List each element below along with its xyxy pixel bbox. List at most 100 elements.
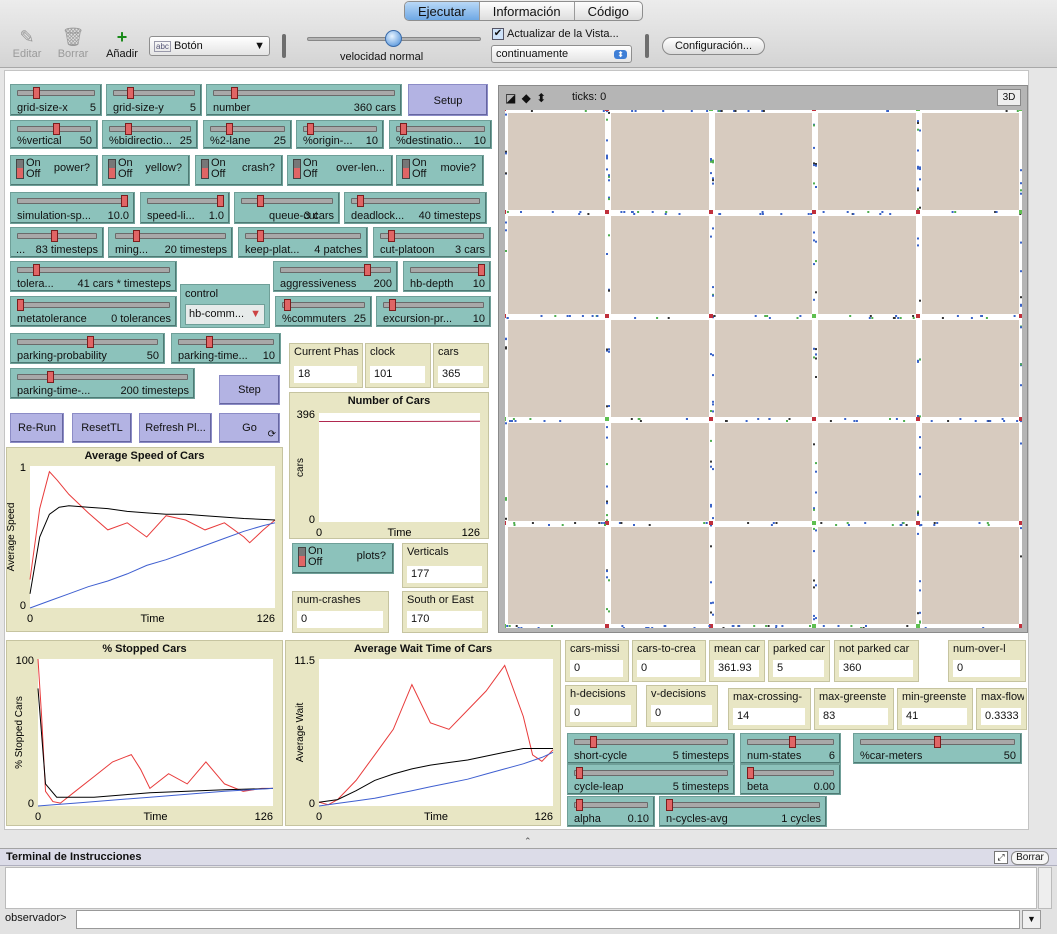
add-button[interactable]: + Añadir [100,26,144,60]
delete-button[interactable]: 🗑 Borrar [51,26,95,60]
checkmark-icon: ✔ [492,28,504,40]
terminal-scrollbar[interactable] [1038,867,1052,909]
car [919,129,921,132]
slider-number[interactable]: number 360 cars [206,84,402,116]
slider-keep-platoon[interactable]: keep-plat... 4 patches [238,227,368,258]
slider-grid-size-y[interactable]: grid-size-y 5 [106,84,202,116]
car [710,235,712,238]
tab-informacion[interactable]: Información [480,2,575,20]
slider-speed-limit[interactable]: speed-li... 1.0 [140,192,230,224]
ticks-counter: ticks: 0 [572,91,607,103]
car [505,113,507,116]
slider-simulation-speed[interactable]: simulation-sp... 10.0 [10,192,135,224]
switch-icon [402,159,410,179]
command-input[interactable] [76,910,1020,929]
tab-ejecutar[interactable]: Ejecutar [405,2,480,20]
speed-slider-knob[interactable] [385,30,402,47]
car [889,213,892,215]
update-view-label: Actualizar de la Vista... [507,28,619,40]
toggle-crash[interactable]: On Off crash? [195,155,283,186]
settings-button[interactable]: Configuración... [662,37,765,55]
car [596,315,599,317]
update-view-checkbox[interactable]: ✔ Actualizar de la Vista... [492,28,619,40]
expand-icon[interactable]: ⤢ [994,851,1008,864]
view-navigation-icons[interactable]: ◪ ◆ ⬍ [505,91,547,105]
slider-aggressiveness[interactable]: aggressiveness 200 [273,261,398,292]
slider-vertical[interactable]: %vertical 50 [10,120,98,149]
car [606,436,608,439]
car [1016,420,1019,422]
slider-alpha[interactable]: alpha 0.10 [567,796,655,827]
rerun-button[interactable]: Re-Run [10,413,64,443]
car [551,625,553,627]
toggle-power[interactable]: On Off power? [10,155,98,186]
car [815,491,817,494]
toggle-yellow[interactable]: On Off yellow? [102,155,190,186]
slider-deadlock[interactable]: deadlock... 40 timesteps [344,192,487,224]
car [712,177,714,180]
slider-parking-probability[interactable]: parking-probability 50 [10,333,165,364]
slider-value: 360 cars [353,102,396,114]
car [606,570,608,573]
go-button[interactable]: Go ⟳ [219,413,280,443]
car [505,347,507,350]
slider-parking-time[interactable]: parking-time... 10 [171,333,281,364]
slider-beta[interactable]: beta 0.00 [740,764,841,795]
tab-codigo[interactable]: Código [575,2,642,20]
slider-n-cycles-avg[interactable]: n-cycles-avg 1 cycles [659,796,827,827]
widget-type-select[interactable]: abc Botón ▼ [149,36,270,56]
slider-label: %bidirectio... [109,135,172,147]
car [762,110,765,112]
slider-hb-depth[interactable]: hb-depth 10 [403,261,491,292]
off-label: Off [26,168,41,180]
refresh-plots-button[interactable]: Refresh Pl... [139,413,212,443]
3d-view-button[interactable]: 3D [997,89,1021,106]
car [919,611,921,614]
step-button[interactable]: Step [219,375,280,405]
slider-value: 10 [472,278,485,290]
slider-metatolerance[interactable]: metatolerance 0 tolerances [10,296,177,327]
car [630,418,633,420]
slider-cut-platoon[interactable]: cut-platoon 3 cars [373,227,491,258]
toggle-over-length[interactable]: On Off over-len... [287,155,393,186]
car [1020,241,1022,244]
toggle-movie[interactable]: On Off movie? [396,155,484,186]
slider-num-states[interactable]: num-states 6 [740,733,841,764]
slider-value: 1 cycles [781,813,821,825]
resettl-button[interactable]: ResetTL [72,413,132,443]
slider-tolerance[interactable]: tolera... 41 cars * timesteps [10,261,177,292]
slider-destination[interactable]: %destinatio... 10 [389,120,492,149]
car [622,627,625,628]
slider-short-cycle[interactable]: short-cycle 5 timesteps [567,733,735,764]
car [799,315,802,317]
chooser-value-box[interactable]: hb-comm... ▼ [185,304,265,325]
slider-excursion[interactable]: excursion-pr... 10 [376,296,491,327]
control-chooser[interactable]: control hb-comm... ▼ [180,284,270,328]
history-dropdown-icon[interactable]: ▼ [1022,910,1041,929]
slider-commuters[interactable]: %commuters 25 [275,296,372,327]
terminal-output[interactable] [5,867,1037,909]
edit-button[interactable]: ✎ Editar [5,26,49,60]
clear-button[interactable]: Borrar [1011,851,1049,865]
slider-origin[interactable]: %origin-... 10 [296,120,384,149]
toggle-plots[interactable]: On Off plots? [292,543,394,574]
slider-cycle-leap[interactable]: cycle-leap 5 timesteps [567,764,735,795]
car [813,164,815,167]
traffic-light [1019,521,1022,525]
slider-car-meters[interactable]: %car-meters 50 [853,733,1022,764]
splitter-handle-icon[interactable]: ⌃ [524,836,532,847]
update-mode-select[interactable]: continuamente ⬍ [491,45,632,63]
slider-grid-size-x[interactable]: grid-size-x 5 [10,84,102,116]
car [956,315,959,317]
slider-queue-cut[interactable]: queue-cut 3 cars [234,192,340,224]
slider-ming[interactable]: ming... 20 timesteps [108,227,233,258]
slider-timesteps-83[interactable]: ... 83 timesteps [10,227,104,258]
monitor-value: 5 [773,660,824,677]
plot-canvas: 1 00 126 Time Average Speed [7,462,276,625]
slider-parking-time-2[interactable]: parking-time-... 200 timesteps [10,368,195,399]
slider-two-lane[interactable]: %2-lane 25 [203,120,292,149]
slider-bidirectional[interactable]: %bidirectio... 25 [102,120,198,149]
car [608,348,610,351]
setup-button[interactable]: Setup [408,84,488,116]
traffic-light [812,521,816,525]
